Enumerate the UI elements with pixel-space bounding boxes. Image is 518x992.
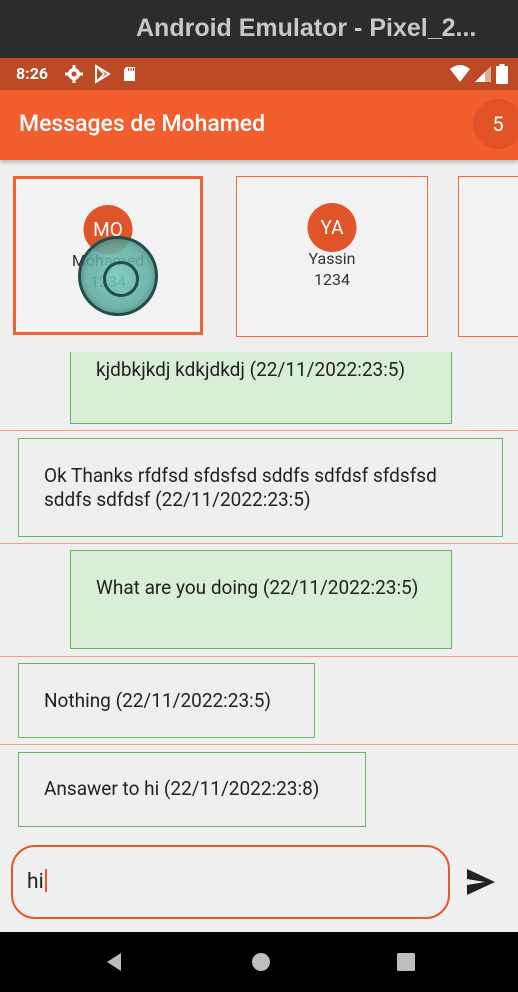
message-bubble-theirs: Nothing (22/11/2022:23:5): [18, 663, 315, 738]
status-right-icons: [450, 64, 508, 84]
settings-icon: [65, 65, 83, 83]
contact-number: 1234: [314, 270, 350, 289]
message-input-value: hi: [27, 869, 47, 894]
message-divider: [0, 656, 518, 657]
home-icon[interactable]: [249, 950, 273, 974]
phone-screen: 8:26 Messages de Mohamed 5 MO YA Yassin …: [0, 58, 518, 992]
touch-indicator: [78, 236, 158, 316]
message-divider: [0, 430, 518, 431]
message-list[interactable]: kjdbkjkdj kdkjdkdj (22/11/2022:23:5) Ok …: [0, 352, 518, 838]
unread-count-badge[interactable]: 5: [473, 99, 518, 149]
status-bar: 8:26: [0, 58, 518, 90]
send-button[interactable]: [465, 866, 497, 898]
signal-icon: [475, 66, 491, 82]
page-title: Messages de Mohamed: [19, 110, 266, 137]
contact-card-yassin[interactable]: YA Yassin 1234: [236, 176, 428, 337]
battery-icon: [496, 64, 508, 84]
message-divider: [0, 543, 518, 544]
message-input[interactable]: hi: [11, 845, 450, 919]
avatar: YA: [307, 203, 357, 252]
wifi-icon: [450, 65, 470, 82]
message-bubble-theirs: Ok Thanks rfdfsd sfdsfsd sddfs sdfdsf sf…: [18, 438, 503, 537]
emulator-titlebar: Android Emulator - Pixel_2...: [0, 0, 518, 60]
app-bar: Messages de Mohamed 5: [0, 90, 518, 160]
contact-name: Yassin: [308, 249, 356, 268]
back-icon[interactable]: [102, 950, 126, 974]
window-title: Android Emulator - Pixel_2...: [136, 14, 477, 42]
system-nav-bar: [0, 932, 518, 992]
status-time: 8:26: [16, 64, 49, 83]
message-divider: [0, 744, 518, 745]
message-bubble-mine: What are you doing (22/11/2022:23:5): [70, 550, 452, 649]
sd-card-icon: [124, 67, 135, 81]
message-bubble-theirs: Ansawer to hi (22/11/2022:23:8): [18, 752, 366, 827]
play-store-icon: [95, 64, 111, 84]
overview-icon[interactable]: [394, 950, 418, 974]
message-bubble-mine: kjdbkjkdj kdkjdkdj (22/11/2022:23:5): [70, 352, 452, 424]
contact-card-partial[interactable]: [458, 176, 518, 337]
